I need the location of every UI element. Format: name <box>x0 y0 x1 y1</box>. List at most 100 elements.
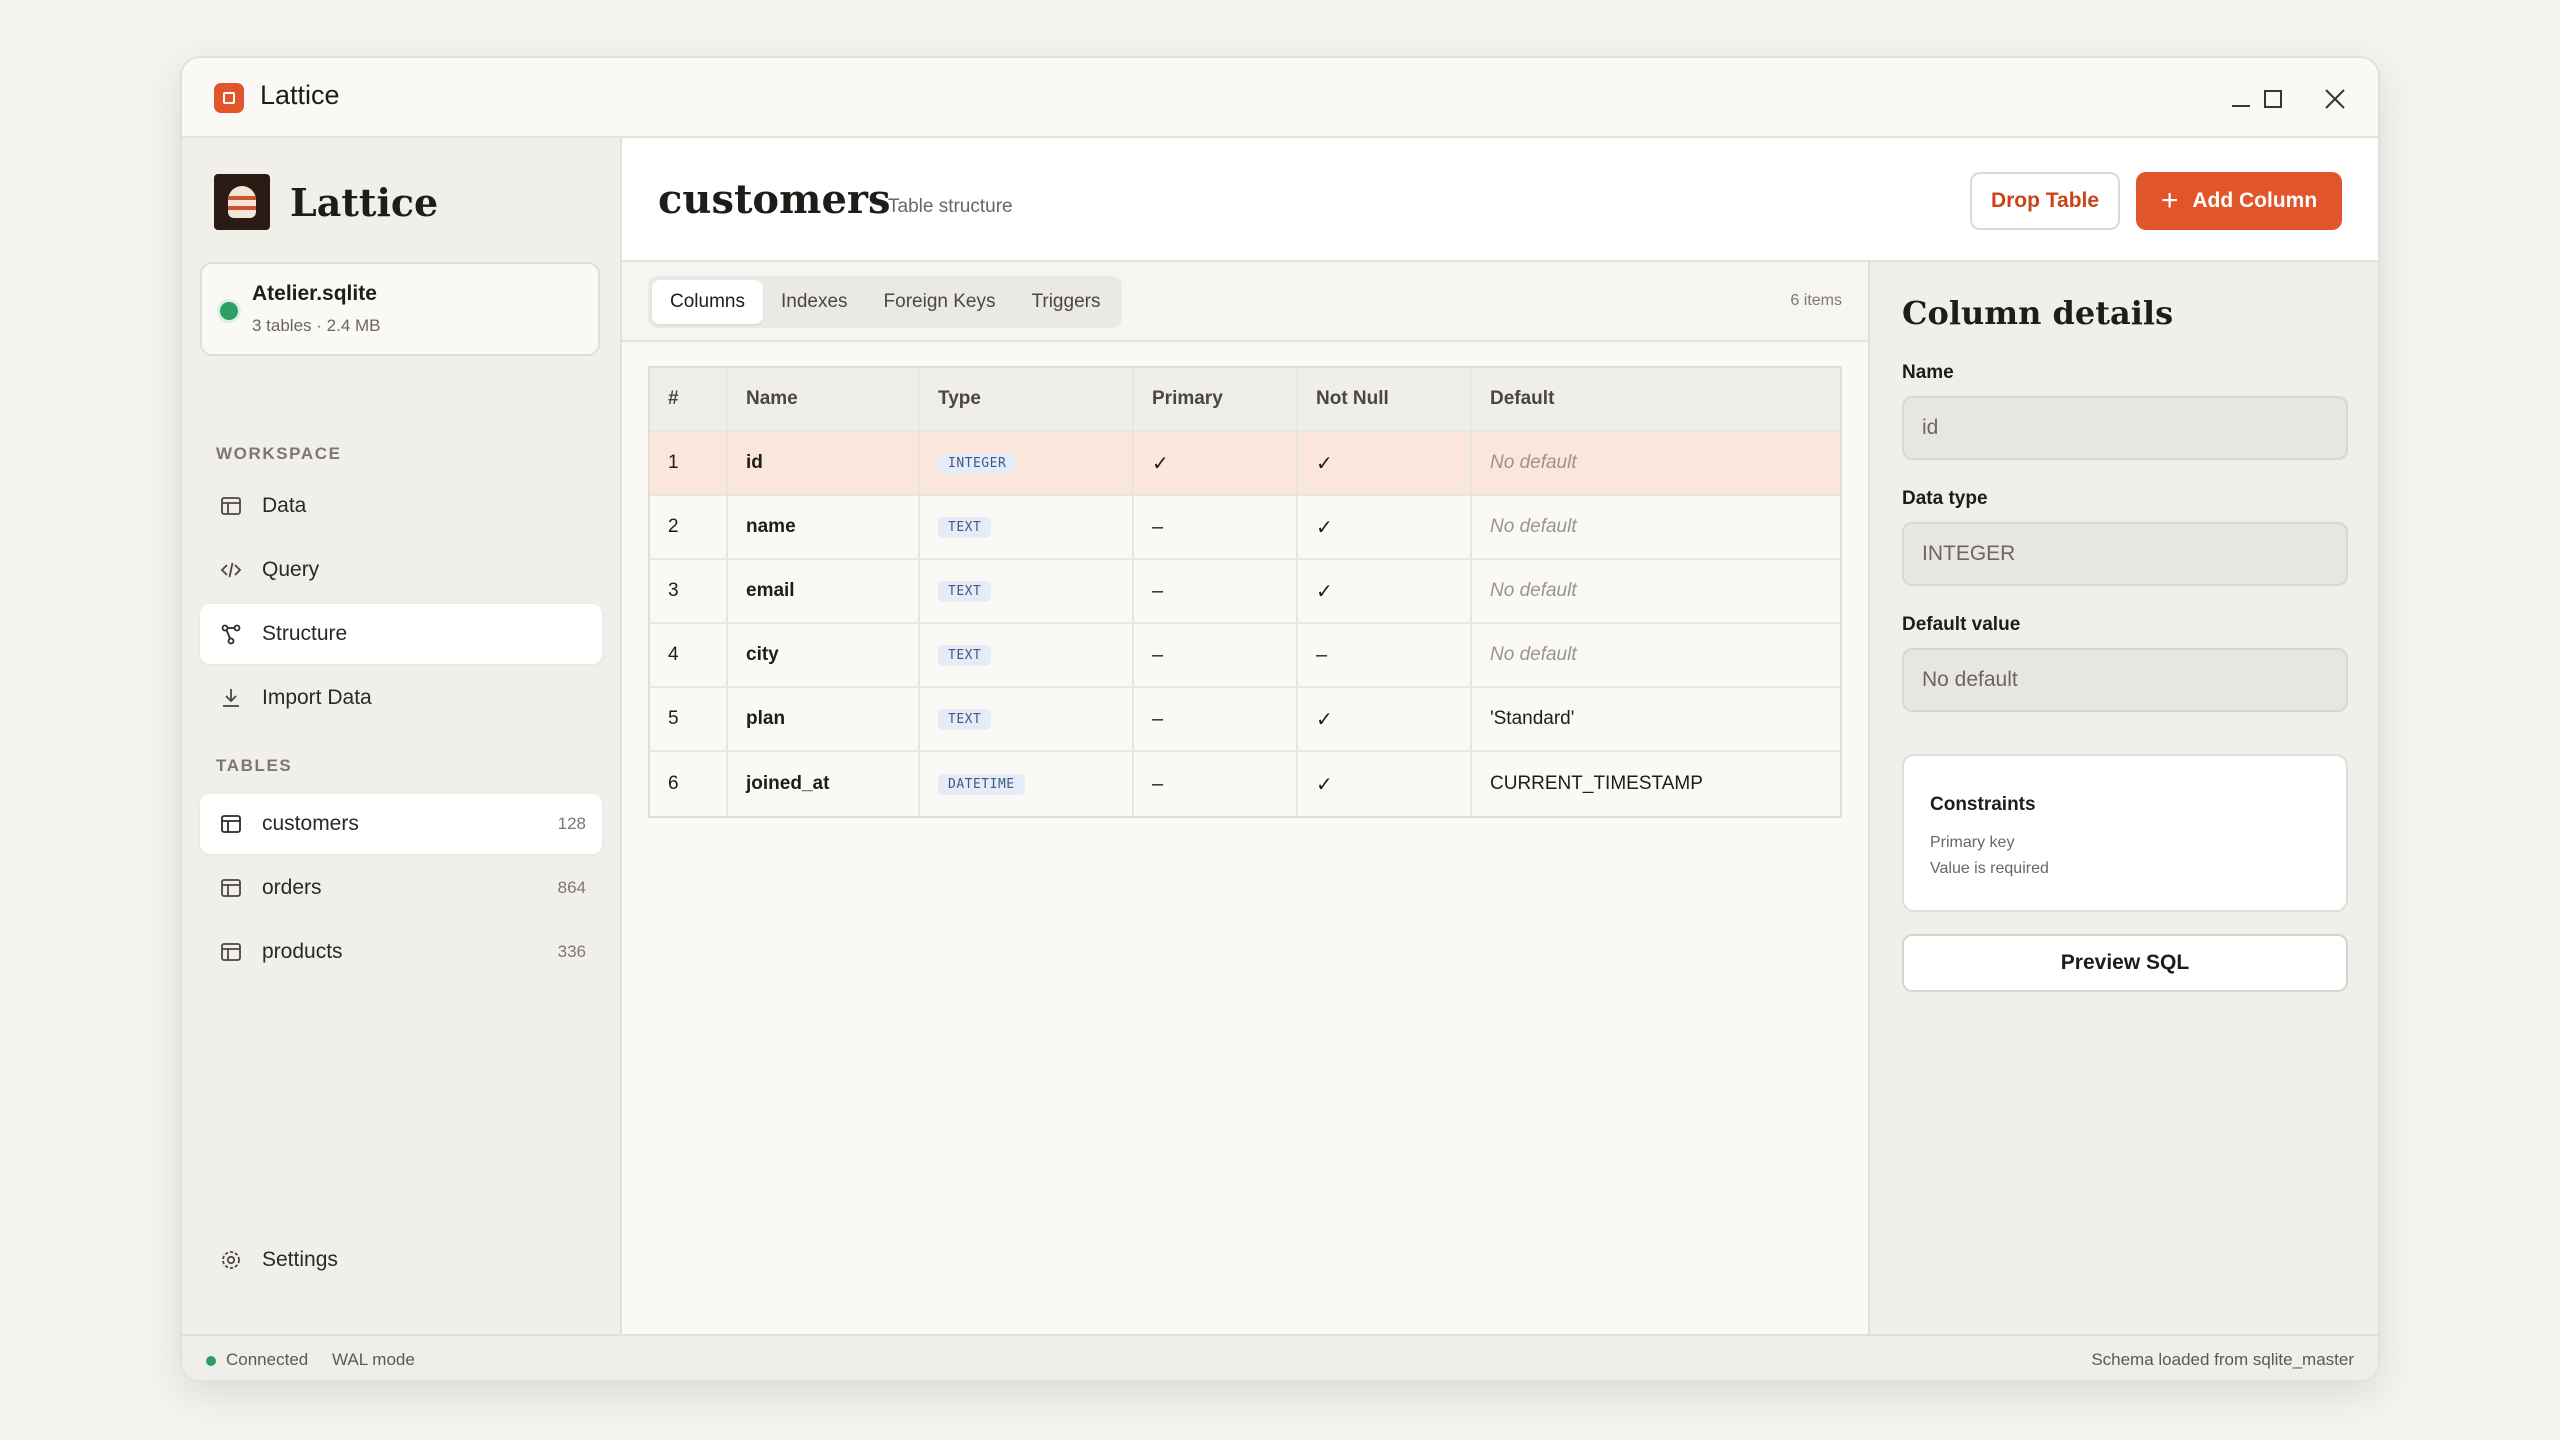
sidebar-item-settings[interactable]: Settings <box>200 1230 602 1290</box>
add-column-button[interactable]: + Add Column <box>2136 172 2342 230</box>
structure-tabs: Columns Indexes Foreign Keys Triggers <box>648 276 1123 328</box>
not-null-cell: – <box>1298 624 1472 686</box>
not-null-cell: ✓ <box>1298 432 1472 494</box>
type-cell: TEXT <box>920 496 1134 558</box>
sidebar-table-customers[interactable]: customers 128 <box>200 794 602 854</box>
sidebar-item-data[interactable]: Data <box>200 476 602 536</box>
column-name-cell-value: city <box>746 644 779 665</box>
row-count: 864 <box>557 878 586 897</box>
row-number-cell: 6 <box>650 752 728 816</box>
type-cell: TEXT <box>920 624 1134 686</box>
tabs-bar: Columns Indexes Foreign Keys Triggers 6 … <box>622 262 1868 342</box>
type-cell: TEXT <box>920 688 1134 750</box>
row-count: 128 <box>557 814 586 833</box>
not-null-cell-value: ✓ <box>1316 516 1333 539</box>
table-header-row: # Name Type Primary Not Null Default <box>650 368 1840 432</box>
table-row[interactable]: 1 id INTEGER ✓ ✓ No default <box>650 432 1840 496</box>
sidebar-item-query[interactable]: Query <box>200 540 602 600</box>
sidebar-item-structure[interactable]: Structure <box>200 604 602 664</box>
table-row[interactable]: 6 joined_at DATETIME – ✓ CURRENT_TIMESTAMP <box>650 752 1840 816</box>
not-null-cell-value: ✓ <box>1316 580 1333 603</box>
default-cell-value: No default <box>1490 580 1577 601</box>
add-column-label: Add Column <box>2192 189 2318 212</box>
table-row[interactable]: 4 city TEXT – – No default <box>650 624 1840 688</box>
brand: Lattice <box>214 174 438 230</box>
tab-foreign-keys[interactable]: Foreign Keys <box>866 280 1014 324</box>
tab-columns[interactable]: Columns <box>652 280 763 324</box>
maximize-icon <box>2264 90 2282 108</box>
default-cell: 'Standard' <box>1490 708 1575 729</box>
constraints-title: Constraints <box>1930 794 2036 815</box>
drop-table-button[interactable]: Drop Table <box>1970 172 2120 230</box>
type-cell-value: TEXT <box>938 644 992 666</box>
row-number-cell: 1 <box>650 432 728 494</box>
structure-content: Columns Indexes Foreign Keys Triggers 6 … <box>622 262 1868 1334</box>
sidebar-table-orders[interactable]: orders 864 <box>200 858 602 918</box>
sidebar-item-label: Structure <box>262 622 348 645</box>
panel-title: Column details <box>1902 294 2174 332</box>
page-title: customers <box>658 176 891 223</box>
page-subtitle: Table structure <box>888 196 1013 217</box>
column-header: # <box>650 368 728 430</box>
column-header: Not Null <box>1298 368 1472 430</box>
sidebar-item-label: Import Data <box>262 686 372 709</box>
table-row[interactable]: 2 name TEXT – ✓ No default <box>650 496 1840 560</box>
sidebar: Lattice Atelier.sqlite 3 tables · 2.4 MB… <box>182 138 622 1334</box>
not-null-cell: ✓ <box>1298 688 1472 750</box>
close-icon <box>2325 89 2345 109</box>
default-cell-value: No default <box>1490 644 1577 665</box>
default-cell: No default <box>1472 624 1840 686</box>
type-cell: INTEGER <box>920 432 1134 494</box>
type-cell-value: TEXT <box>938 708 992 730</box>
schema-icon <box>218 621 244 647</box>
maximize-button[interactable] <box>2250 76 2296 122</box>
type-cell-value: INTEGER <box>938 452 1017 474</box>
type-cell-value: TEXT <box>938 580 992 602</box>
sidebar-table-products[interactable]: products 336 <box>200 922 602 982</box>
primary-cell-value: – <box>1152 643 1164 666</box>
default-value-field[interactable]: No default <box>1902 648 2348 712</box>
data-type-field[interactable]: INTEGER <box>1902 522 2348 586</box>
default-cell: No default <box>1472 432 1840 494</box>
sidebar-item-import-data[interactable]: Import Data <box>200 668 602 728</box>
download-icon <box>218 685 244 711</box>
not-null-cell-value: – <box>1316 643 1328 666</box>
not-null-cell: ✓ <box>1298 560 1472 622</box>
table-row[interactable]: 3 email TEXT – ✓ No default <box>650 560 1840 624</box>
preview-sql-button[interactable]: Preview SQL <box>1902 934 2348 992</box>
tab-triggers[interactable]: Triggers <box>1013 280 1118 324</box>
name-label: Name <box>1902 362 1954 383</box>
default-cell-value: No default <box>1490 452 1577 473</box>
status-bar: Connected WAL mode Schema loaded from sq… <box>182 1334 2378 1380</box>
tab-indexes[interactable]: Indexes <box>763 280 866 324</box>
workspace-section-label: WORKSPACE <box>216 444 342 463</box>
not-null-cell-value: ✓ <box>1316 708 1333 731</box>
app-window: Lattice Lattice Atelier.sqlite 3 tables … <box>180 56 2380 1382</box>
database-card[interactable]: Atelier.sqlite 3 tables · 2.4 MB <box>200 262 600 356</box>
primary-cell: – <box>1134 688 1298 750</box>
primary-cell-value: – <box>1152 515 1164 538</box>
page-header: customers Table structure Drop Table + A… <box>622 138 2378 262</box>
column-header: Name <box>728 368 920 430</box>
sidebar-table-label: orders <box>262 876 322 899</box>
column-name-cell-value: name <box>746 516 796 537</box>
column-name-cell: email <box>728 560 920 622</box>
primary-cell: – <box>1134 496 1298 558</box>
sidebar-item-label: Data <box>262 494 307 517</box>
plus-icon: + <box>2160 184 2179 217</box>
type-cell-value: TEXT <box>938 516 992 538</box>
constraint-item: Primary key <box>1930 834 2015 851</box>
sidebar-table-label: customers <box>262 812 359 835</box>
default-cell: No default <box>1472 560 1840 622</box>
name-field[interactable]: id <box>1902 396 2348 460</box>
row-number-cell: 5 <box>650 688 728 750</box>
primary-cell-value: – <box>1152 707 1164 730</box>
row-number-cell: 4 <box>650 624 728 686</box>
column-name-cell: id <box>728 432 920 494</box>
sidebar-table-label: products <box>262 940 343 963</box>
close-button[interactable] <box>2312 76 2358 122</box>
table-row[interactable]: 5 plan TEXT – ✓ 'Standard' <box>650 688 1840 752</box>
connection-status: Connected <box>226 1350 309 1369</box>
column-header: Primary <box>1134 368 1298 430</box>
column-name-cell: plan <box>728 688 920 750</box>
